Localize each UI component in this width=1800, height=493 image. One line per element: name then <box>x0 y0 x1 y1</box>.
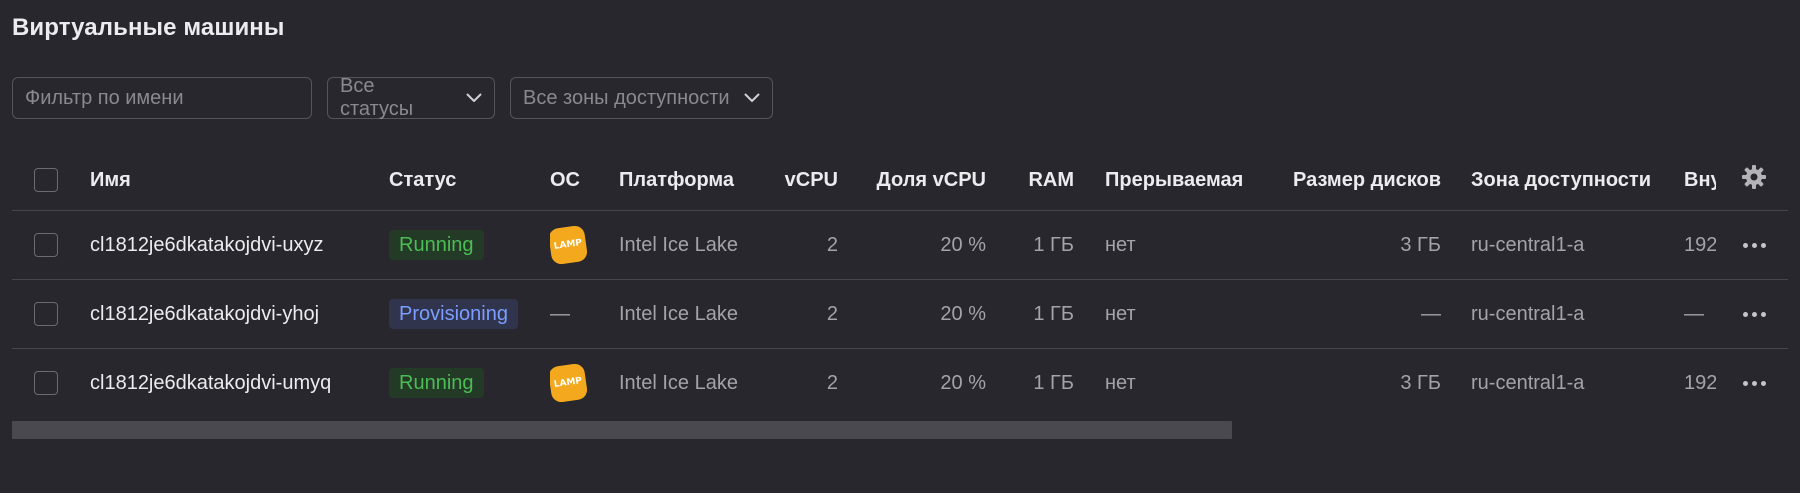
zone-cell: ru-central1-a <box>1471 302 1585 325</box>
disk-size-cell: 3 ГБ <box>1400 371 1441 394</box>
column-header-disk-size[interactable]: Размер дисков <box>1275 150 1441 210</box>
internal-ip-cell: 192 <box>1684 233 1716 256</box>
preemptible-cell: нет <box>1105 302 1136 325</box>
row-select-cell <box>34 211 60 279</box>
more-actions-icon[interactable] <box>1742 311 1766 317</box>
os-cell: LAMP <box>550 349 610 417</box>
row-actions-cell <box>1726 349 1782 417</box>
vm-table: Имя Статус ОС Платформа vCPU Доля vCPU R… <box>12 150 1788 417</box>
column-header-internal-ip[interactable]: Вну <box>1684 150 1716 210</box>
filters-bar: Все статусы Все зоны доступности <box>12 75 773 120</box>
os-cell: LAMP <box>550 211 610 279</box>
column-header-vcpu-share[interactable]: Доля vCPU <box>872 150 987 210</box>
ram-cell: 1 ГБ <box>1033 302 1074 325</box>
preemptible-cell: нет <box>1105 371 1136 394</box>
zone-filter-value: Все зоны доступности <box>523 86 730 109</box>
status-cell: Running <box>389 349 539 417</box>
vcpu-share-cell: 20 % <box>940 233 986 256</box>
column-header-os[interactable]: ОС <box>550 150 610 210</box>
os-cell: — <box>550 302 570 325</box>
zone-cell: ru-central1-a <box>1471 233 1585 256</box>
column-header-preemptible[interactable]: Прерываемая <box>1105 150 1275 210</box>
row-select-cell <box>34 349 60 417</box>
gear-icon[interactable] <box>1741 164 1767 196</box>
chevron-down-icon <box>744 93 760 103</box>
zone-filter-select[interactable]: Все зоны доступности <box>510 77 773 119</box>
ram-cell: 1 ГБ <box>1033 371 1074 394</box>
select-all-checkbox[interactable] <box>34 168 58 192</box>
platform-cell: Intel Ice Lake <box>619 371 738 394</box>
column-settings-cell <box>1726 150 1782 210</box>
chevron-down-icon <box>466 93 482 103</box>
more-actions-icon[interactable] <box>1742 242 1766 248</box>
disk-size-cell: 3 ГБ <box>1400 233 1441 256</box>
horizontal-scrollbar[interactable] <box>12 421 1232 439</box>
more-actions-icon[interactable] <box>1742 380 1766 386</box>
column-header-platform[interactable]: Платформа <box>619 150 779 210</box>
row-select-cell <box>34 280 60 348</box>
vcpu-cell: 2 <box>826 233 838 256</box>
column-header-zone[interactable]: Зона доступности <box>1471 150 1671 210</box>
status-filter-select[interactable]: Все статусы <box>327 75 495 120</box>
table-row[interactable]: cl1812je6dkatakojdvi-umyq Running LAMP I… <box>12 349 1788 417</box>
platform-cell: Intel Ice Lake <box>619 302 738 325</box>
column-header-status[interactable]: Статус <box>389 150 539 210</box>
preemptible-cell: нет <box>1105 233 1136 256</box>
status-badge: Running <box>389 230 484 260</box>
vcpu-cell: 2 <box>826 302 838 325</box>
internal-ip-cell: 192 <box>1684 371 1716 394</box>
select-all-cell <box>34 150 60 210</box>
table-row[interactable]: cl1812je6dkatakojdvi-uxyz Running LAMP I… <box>12 211 1788 280</box>
vm-name[interactable]: cl1812je6dkatakojdvi-yhoj <box>90 280 360 348</box>
row-checkbox[interactable] <box>34 233 58 257</box>
name-filter-input[interactable] <box>12 77 312 119</box>
vm-name[interactable]: cl1812je6dkatakojdvi-umyq <box>90 349 360 417</box>
table-row[interactable]: cl1812je6dkatakojdvi-yhoj Provisioning —… <box>12 280 1788 349</box>
status-filter-value: Все статусы <box>340 75 414 120</box>
status-badge: Provisioning <box>389 299 518 329</box>
status-cell: Running <box>389 211 539 279</box>
status-cell: Provisioning <box>389 280 539 348</box>
disk-size-cell: — <box>1421 302 1441 325</box>
vm-list-page: Виртуальные машины Все статусы Все зоны … <box>0 0 1800 493</box>
row-actions-cell <box>1726 211 1782 279</box>
row-checkbox[interactable] <box>34 371 58 395</box>
vcpu-share-cell: 20 % <box>940 302 986 325</box>
column-header-vcpu[interactable]: vCPU <box>772 150 838 210</box>
row-checkbox[interactable] <box>34 302 58 326</box>
table-header-row: Имя Статус ОС Платформа vCPU Доля vCPU R… <box>12 150 1788 211</box>
vm-name[interactable]: cl1812je6dkatakojdvi-uxyz <box>90 211 360 279</box>
status-badge: Running <box>389 368 484 398</box>
zone-cell: ru-central1-a <box>1471 371 1585 394</box>
lamp-icon: LAMP <box>550 362 589 404</box>
page-title: Виртуальные машины <box>12 14 285 41</box>
platform-cell: Intel Ice Lake <box>619 233 738 256</box>
column-header-name[interactable]: Имя <box>90 150 360 210</box>
ram-cell: 1 ГБ <box>1033 233 1074 256</box>
column-header-ram[interactable]: RAM <box>1002 150 1074 210</box>
row-actions-cell <box>1726 280 1782 348</box>
internal-ip-cell: — <box>1684 302 1704 325</box>
lamp-icon: LAMP <box>550 224 589 266</box>
vcpu-share-cell: 20 % <box>940 371 986 394</box>
vcpu-cell: 2 <box>826 371 838 394</box>
